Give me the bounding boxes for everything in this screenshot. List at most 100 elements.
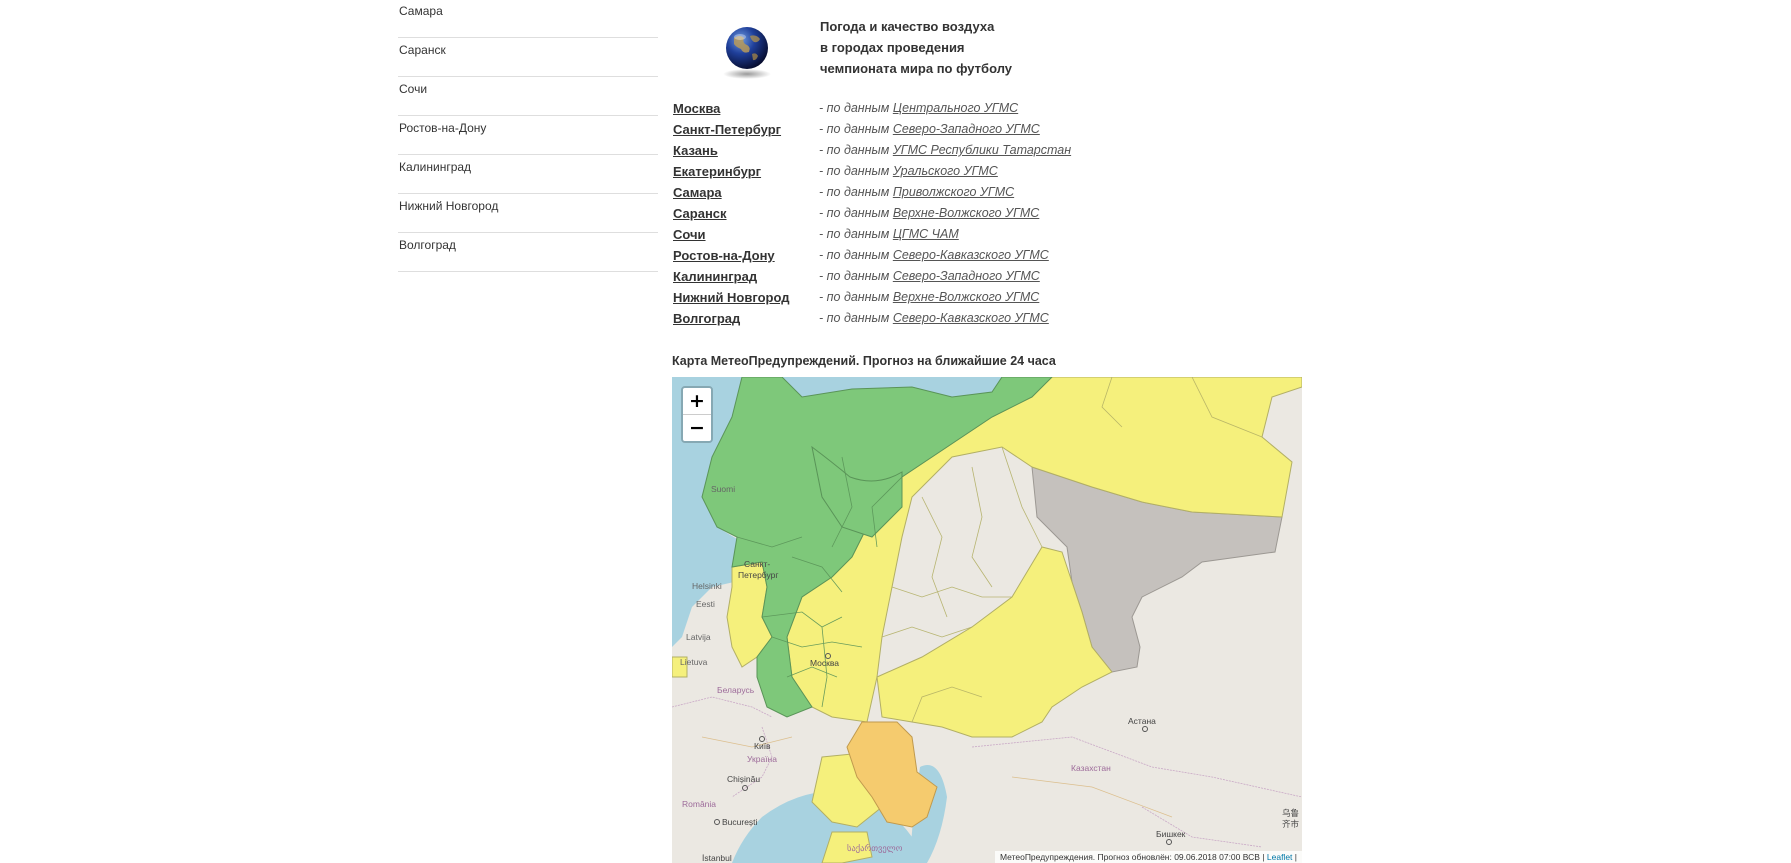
city-link-nizhny[interactable]: Нижний Новгород <box>673 290 790 305</box>
globe-icon <box>722 24 772 79</box>
sidebar-item-sochi[interactable]: Сочи <box>398 78 658 116</box>
map-title: Карта МетеоПредупреждений. Прогноз на бл… <box>672 354 1056 368</box>
source-prefix: - по данным <box>819 101 893 115</box>
source-prefix: - по данным <box>819 227 893 241</box>
source-prefix: - по данным <box>819 122 893 136</box>
sidebar-item-samara[interactable]: Самара <box>398 0 658 38</box>
city-link-rostov[interactable]: Ростов-на-Дону <box>673 248 775 263</box>
header-line-1: Погода и качество воздуха <box>820 19 995 34</box>
source-link[interactable]: Северо-Западного УГМС <box>893 122 1040 136</box>
attribution-text: МетеоПредупреждения. Прогноз обновлён: 0… <box>999 852 1260 862</box>
attribution-separator: | <box>1259 852 1267 862</box>
source-link[interactable]: Северо-Кавказского УГМС <box>893 248 1049 262</box>
source-prefix: - по данным <box>819 206 893 220</box>
map-label-lietuva: Lietuva <box>680 657 708 667</box>
sidebar-item-volgograd[interactable]: Волгоград <box>398 234 658 272</box>
map-label-helsinki: Helsinki <box>692 581 722 591</box>
source-link[interactable]: Верхне-Волжского УГМС <box>893 206 1040 220</box>
city-source: - по данным Северо-Западного УГМС <box>819 122 1040 136</box>
source-prefix: - по данным <box>819 269 893 283</box>
city-source: - по данным Северо-Кавказского УГМС <box>819 311 1049 325</box>
sidebar-item-saransk[interactable]: Саранск <box>398 39 658 77</box>
header-line-3: чемпионата мира по футболу <box>820 61 1013 76</box>
zoom-control: + − <box>681 386 713 443</box>
source-prefix: - по данным <box>819 248 893 262</box>
city-row: Санкт-Петербург - по данным Северо-Запад… <box>672 120 1192 141</box>
source-prefix: - по данным <box>819 143 893 157</box>
city-link-moskva[interactable]: Москва <box>673 101 720 116</box>
source-link[interactable]: Уральского УГМС <box>893 164 998 178</box>
map-label-kazakhstan: Казахстан <box>1071 763 1111 773</box>
map-label-latvija: Latvija <box>686 632 711 642</box>
city-source: - по данным Северо-Западного УГМС <box>819 269 1040 283</box>
city-source: - по данным УГМС Республики Татарстан <box>819 143 1071 157</box>
source-prefix: - по данным <box>819 311 893 325</box>
city-source: - по данным Верхне-Волжского УГМС <box>819 206 1039 220</box>
map-label-spb-2: Петербург <box>738 570 779 580</box>
map-label-chisinau: Chișinău <box>727 774 761 784</box>
city-link-volgograd[interactable]: Волгоград <box>673 311 740 326</box>
header-line-2: в городах проведения <box>820 40 965 55</box>
city-row: Самара - по данным Приволжского УГМС <box>672 183 1192 204</box>
city-source: - по данным Верхне-Волжского УГМС <box>819 290 1039 304</box>
map-label-spb-1: Санкт- <box>744 559 771 569</box>
city-row: Казань - по данным УГМС Республики Татар… <box>672 141 1192 162</box>
city-link-ekaterinburg[interactable]: Екатеринбург <box>673 164 761 179</box>
sidebar-item-rostov[interactable]: Ростов-на-Дону <box>398 117 658 155</box>
sidebar-nav: Самара Саранск Сочи Ростов-на-Дону Калин… <box>398 0 658 273</box>
city-link-kazan[interactable]: Казань <box>673 143 718 158</box>
city-row: Екатеринбург - по данным Уральского УГМС <box>672 162 1192 183</box>
city-link-samara[interactable]: Самара <box>673 185 722 200</box>
source-prefix: - по данным <box>819 290 893 304</box>
map-label-kyiv: Київ <box>754 741 771 751</box>
city-row: Саранск - по данным Верхне-Волжского УГМ… <box>672 204 1192 225</box>
map-attribution: МетеоПредупреждения. Прогноз обновлён: 0… <box>994 851 1302 863</box>
city-link-kaliningrad[interactable]: Калининград <box>673 269 757 284</box>
map-label-georgia: საქართველო <box>847 843 903 853</box>
map-dot-bishkek <box>1166 839 1172 845</box>
source-link[interactable]: Северо-Кавказского УГМС <box>893 311 1049 325</box>
leaflet-link[interactable]: Leaflet <box>1267 852 1293 862</box>
map-tiles[interactable] <box>672 377 1302 863</box>
city-source: - по данным Центрального УГМС <box>819 101 1018 115</box>
map-label-astana: Астана <box>1128 716 1156 726</box>
city-row: Калининград - по данным Северо-Западного… <box>672 267 1192 288</box>
city-row: Москва - по данным Центрального УГМС <box>672 99 1192 120</box>
map-label-suomi: Suomi <box>711 484 736 494</box>
city-link-saransk[interactable]: Саранск <box>673 206 727 221</box>
zoom-out-button[interactable]: − <box>683 414 711 441</box>
city-source: - по данным Северо-Кавказского УГМС <box>819 248 1049 262</box>
header-title: Погода и качество воздуха в городах пров… <box>820 16 1080 79</box>
sidebar-item-nizhny[interactable]: Нижний Новгород <box>398 195 658 233</box>
map-label-ukraina: Україна <box>747 754 777 764</box>
map-label-moskva: Москва <box>810 658 840 668</box>
city-link-spb[interactable]: Санкт-Петербург <box>673 122 781 137</box>
source-link[interactable]: Приволжского УГМС <box>893 185 1014 199</box>
source-link[interactable]: Северо-Западного УГМС <box>893 269 1040 283</box>
map-label-urumqi-2: 齐市 <box>1282 819 1300 829</box>
city-source: - по данным ЦГМС ЧАМ <box>819 227 959 241</box>
map-label-istanbul: İstanbul <box>702 853 732 863</box>
map-dot-chisinau <box>742 785 748 791</box>
map-label-bucuresti: București <box>722 817 758 827</box>
zoom-in-button[interactable]: + <box>683 388 711 414</box>
city-row: Сочи - по данным ЦГМС ЧАМ <box>672 225 1192 246</box>
source-link[interactable]: ЦГМС ЧАМ <box>893 227 959 241</box>
source-link[interactable]: Центрального УГМС <box>893 101 1018 115</box>
city-source: - по данным Уральского УГМС <box>819 164 998 178</box>
cities-list: Москва - по данным Центрального УГМС Сан… <box>672 99 1192 330</box>
sidebar-item-kaliningrad[interactable]: Калининград <box>398 156 658 194</box>
map-dot-bucuresti <box>714 819 720 825</box>
map-label-romania: România <box>682 799 717 809</box>
city-row: Нижний Новгород - по данным Верхне-Волжс… <box>672 288 1192 309</box>
map-label-eesti: Eesti <box>696 599 715 609</box>
weather-warnings-map[interactable]: + − Suomi Санкт- Петербург Helsinki Eest… <box>672 377 1302 863</box>
source-link[interactable]: Верхне-Волжского УГМС <box>893 290 1040 304</box>
city-row: Ростов-на-Дону - по данным Северо-Кавказ… <box>672 246 1192 267</box>
map-label-bishkek: Бишкек <box>1156 829 1186 839</box>
city-source: - по данным Приволжского УГМС <box>819 185 1014 199</box>
map-dot-astana <box>1142 726 1148 732</box>
source-link[interactable]: УГМС Республики Татарстан <box>893 143 1071 157</box>
city-row: Волгоград - по данным Северо-Кавказского… <box>672 309 1192 330</box>
city-link-sochi[interactable]: Сочи <box>673 227 706 242</box>
